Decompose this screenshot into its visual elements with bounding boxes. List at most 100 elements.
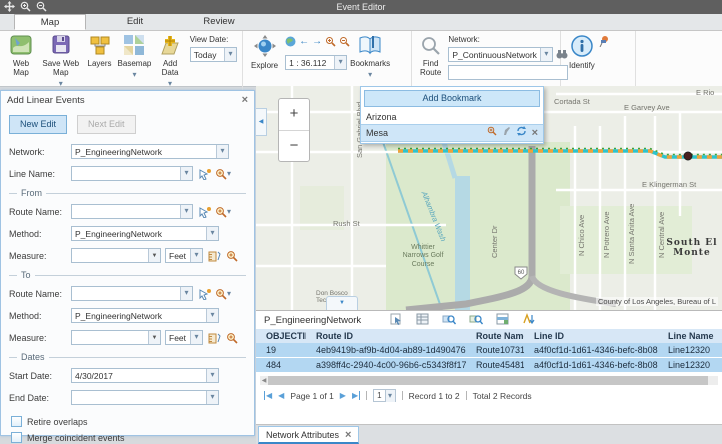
show-selected-icon[interactable] [496,313,509,327]
to-units-select[interactable]: Feet [165,330,203,345]
tab-map[interactable]: Map [14,14,86,30]
to-measure-input[interactable] [71,330,161,345]
basemap-caret-icon [132,69,136,81]
bookmark-delete-icon[interactable] [532,126,538,140]
sort-add-icon[interactable] [522,313,535,327]
column-header[interactable]: OBJECTID [256,329,306,343]
identify-button[interactable]: Identify [566,33,598,71]
next-edit-button[interactable]: Next Edit [77,115,136,134]
next-page-icon[interactable] [340,391,346,400]
prev-page-icon[interactable] [278,391,284,400]
zoom-to-selection-icon[interactable] [442,313,456,327]
from-method-select[interactable]: P_EngineeringNetwork [71,226,219,241]
pan-icon[interactable] [4,1,15,12]
measure-ruler-icon[interactable] [207,249,221,262]
pushpin-icon[interactable] [598,35,610,49]
map-view[interactable]: 60 Del Mar Ave San Gabriel Blvd Rush St … [256,86,722,310]
caret-icon [206,391,218,404]
tab-close-icon[interactable] [345,429,351,441]
select-route-icon[interactable] [197,205,211,218]
back-extent-icon[interactable]: ← [299,37,309,47]
caret-icon [180,205,192,218]
horizontal-scrollbar[interactable] [260,376,718,385]
column-header[interactable]: Route Name [466,329,524,343]
collapse-panel-icon[interactable] [256,108,267,136]
zoom-out-icon[interactable] [36,1,47,12]
to-measure-zoom-icon[interactable] [225,331,239,344]
caret-icon [180,287,192,300]
zoom-in-icon[interactable] [20,1,31,12]
last-page-icon[interactable] [352,391,360,400]
tab-network-attributes[interactable]: Network Attributes [258,426,359,444]
select-line-icon[interactable] [197,167,211,180]
bookmark-pan-icon[interactable] [502,126,511,140]
select-route-icon[interactable] [197,287,211,300]
explore-button[interactable]: Explore [248,33,281,71]
tab-review[interactable]: Review [184,14,254,30]
page-select[interactable]: 1 [373,389,395,402]
bookmarks-icon [357,34,383,58]
layers-button[interactable]: Layers [85,33,115,69]
caret-icon [216,145,228,158]
caret-icon [206,227,218,240]
table-row[interactable]: 19 4eb9419b-af9b-4d04-ab89-1d490476802b … [256,343,722,357]
highway-shield-number: 60 [518,270,525,276]
bookmark-refresh-icon[interactable] [516,126,527,140]
map-zoom-out-button[interactable]: − [279,131,309,162]
network-select[interactable]: P_ContinuousNetwork [448,47,553,62]
first-page-icon[interactable] [264,391,272,400]
from-measure-input[interactable] [71,248,161,263]
find-route-button[interactable]: Find Route [417,35,444,78]
basemap-button[interactable]: Basemap [115,33,155,82]
page-text: Page 1 of 1 [290,391,333,401]
street-label: N Potrero Ave [602,211,611,258]
scroll-left-icon[interactable] [260,377,268,384]
line-zoom-icon[interactable] [215,168,231,180]
from-measure-label: Measure: [9,251,67,261]
panel-network-select[interactable]: P_EngineeringNetwork [71,144,229,159]
retire-overlaps-checkbox[interactable] [11,416,22,427]
tab-edit[interactable]: Edit [100,14,170,30]
from-measure-zoom-icon[interactable] [225,249,239,262]
column-header[interactable]: Line Name [658,329,722,343]
view-date-select[interactable]: Today [190,47,237,62]
collapse-table-icon[interactable] [326,296,358,310]
line-name-select[interactable] [71,166,193,181]
forward-extent-icon[interactable]: → [312,37,322,47]
from-units-select[interactable]: Feet [165,248,203,263]
save-web-map-button[interactable]: Save Web Map [37,33,85,91]
to-route-zoom-icon[interactable] [215,288,231,300]
scrollbar-thumb[interactable] [268,376,708,385]
new-edit-button[interactable]: New Edit [9,115,67,134]
end-date-select[interactable] [71,390,219,405]
from-route-zoom-icon[interactable] [215,206,231,218]
panel-close-icon[interactable] [242,94,248,106]
bookmarks-button[interactable]: Bookmarks [347,33,393,82]
column-header[interactable]: Line ID [524,329,658,343]
globe-icon[interactable] [285,36,296,49]
scale-select[interactable]: 1 : 36.112 [285,55,347,70]
to-route-name-select[interactable] [71,286,193,301]
pan-to-selection-icon[interactable] [469,313,483,327]
merge-coincident-checkbox[interactable] [11,432,22,443]
bookmark-zoom-icon[interactable] [487,126,497,140]
measure-ruler-icon[interactable] [207,331,221,344]
table-row[interactable]: 484 a398ff4c-2940-4c00-96b6-c5343f8f1711… [256,358,722,372]
route-input[interactable] [448,65,568,80]
golf-course-label: Whittier Narrows Golf Course [398,244,448,269]
add-data-button[interactable]: Add Data [154,33,185,91]
column-header[interactable]: Route ID [306,329,466,343]
web-map-button[interactable]: Web Map [5,33,37,78]
to-method-select[interactable]: P_EngineeringNetwork [71,308,219,323]
ribbon-zoom-in-icon[interactable] [325,36,336,49]
select-records-icon[interactable] [390,313,403,327]
bookmark-item-mesa[interactable]: Mesa [361,124,543,142]
title-bar: Event Editor [0,0,722,14]
add-bookmark-button[interactable]: Add Bookmark [364,90,540,107]
explore-icon [252,34,278,60]
bookmark-item-arizona[interactable]: Arizona [361,110,543,124]
table-icon[interactable] [416,313,429,327]
map-zoom-in-button[interactable]: + [279,99,309,131]
from-route-name-select[interactable] [71,204,193,219]
start-date-select[interactable]: 4/30/2017 [71,368,219,383]
